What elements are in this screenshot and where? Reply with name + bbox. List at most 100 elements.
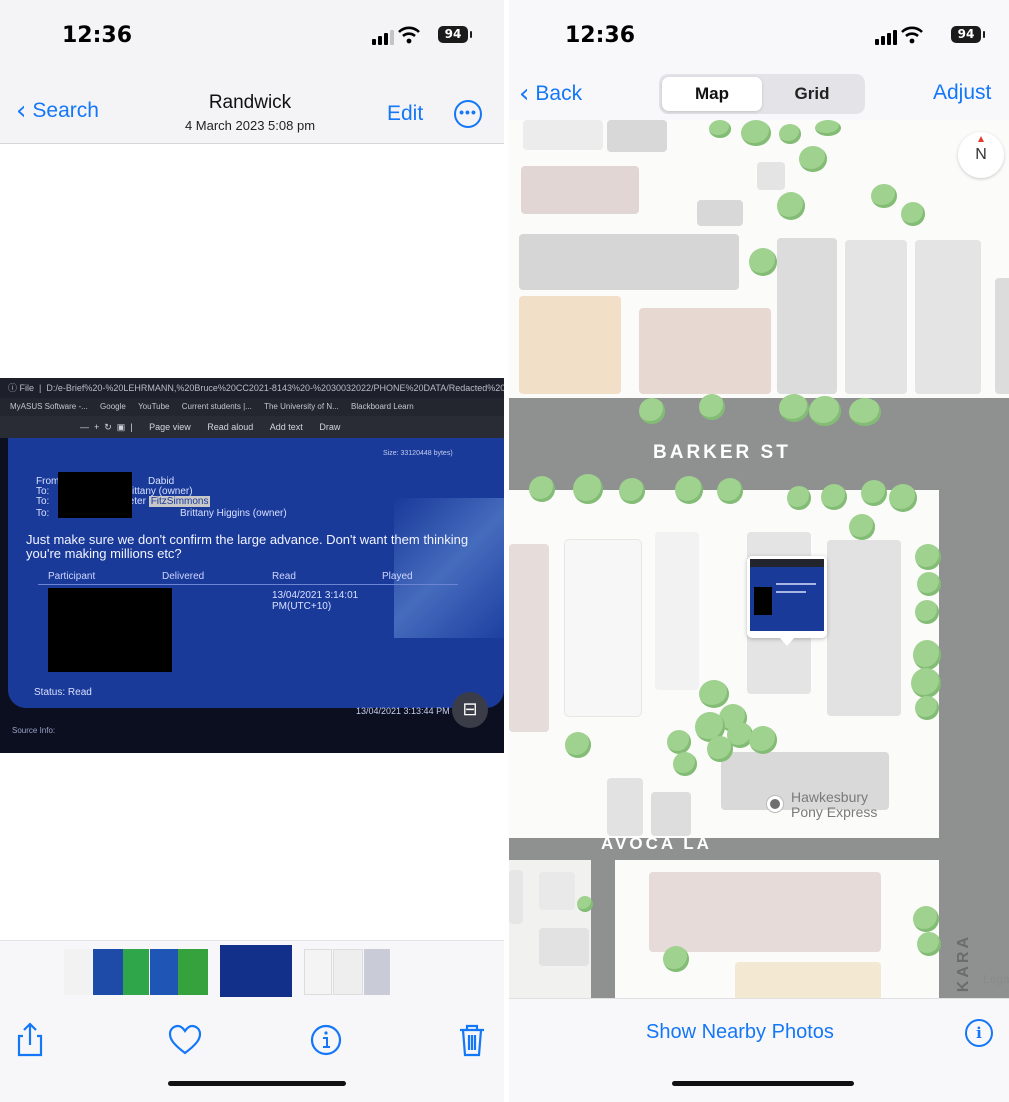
- photo-toolbar: [0, 1000, 504, 1102]
- tree: [889, 484, 917, 512]
- legal-link[interactable]: Legal: [983, 972, 1009, 986]
- thumbnail[interactable]: [178, 949, 208, 995]
- building: [607, 120, 667, 152]
- building: [827, 540, 901, 716]
- photo-location-pin[interactable]: [747, 556, 827, 646]
- to-label: To:: [36, 508, 50, 519]
- tree: [699, 394, 725, 420]
- tree: [619, 478, 645, 504]
- back-label: Back: [535, 82, 583, 105]
- wifi-icon: [398, 26, 420, 44]
- tree: [849, 398, 881, 426]
- trash-icon[interactable]: [452, 1020, 492, 1060]
- heart-icon[interactable]: [165, 1020, 205, 1060]
- tree: [639, 398, 665, 424]
- segment-grid[interactable]: Grid: [762, 77, 862, 111]
- info-icon[interactable]: i: [965, 1019, 993, 1047]
- thumbnail[interactable]: [304, 949, 332, 995]
- tree: [787, 486, 811, 510]
- thumbnail[interactable]: [333, 949, 363, 995]
- chevron-left-icon: ‹: [16, 96, 27, 126]
- building: [519, 234, 739, 290]
- wifi-icon: [901, 26, 923, 44]
- photo-location-title: Randwick: [208, 92, 292, 113]
- photo-address-bar: ⓘ File | D:/e-Brief%20-%20LEHRMANN,%20Br…: [0, 378, 504, 398]
- bookmark-item: Google: [100, 402, 126, 411]
- building: [521, 166, 639, 214]
- info-icon[interactable]: [306, 1020, 346, 1060]
- bookmark-item: Current students |...: [181, 402, 252, 411]
- tree: [915, 544, 941, 570]
- poi-label[interactable]: Hawkesbury Pony Express: [791, 790, 901, 820]
- tree: [717, 478, 743, 504]
- building: [539, 872, 575, 910]
- share-icon[interactable]: [10, 1020, 50, 1060]
- thumbnail-selected[interactable]: [220, 945, 292, 997]
- bookmark-item: YouTube: [138, 402, 170, 411]
- column-header: Delivered: [162, 571, 205, 582]
- tree: [779, 124, 801, 144]
- building: [915, 240, 981, 394]
- thumbnail[interactable]: [150, 949, 178, 995]
- adjust-button[interactable]: Adjust: [933, 81, 991, 105]
- status-time: 12:36: [565, 23, 636, 48]
- cellular-signal-icon: [372, 30, 394, 45]
- bookmark-item: The University of N...: [264, 402, 339, 411]
- back-button[interactable]: ‹ Back: [519, 81, 582, 107]
- photo-nav-bar: ‹ Search Randwick 4 March 2023 5:08 pm E…: [0, 70, 504, 144]
- tree: [849, 514, 875, 540]
- thumbnail[interactable]: [364, 949, 390, 995]
- photo-path: D:/e-Brief%20-%20LEHRMANN,%20Bruce%20CC2…: [46, 383, 504, 393]
- compass-icon[interactable]: N: [958, 132, 1004, 178]
- tree: [675, 476, 703, 504]
- redaction-block: [48, 588, 172, 672]
- segment-map[interactable]: Map: [662, 77, 762, 111]
- status-bar: 12:36 94: [0, 0, 504, 70]
- tree: [663, 946, 689, 972]
- building: [697, 200, 743, 226]
- thumbnail-strip[interactable]: [0, 940, 504, 1000]
- road-kara: [939, 490, 1009, 998]
- thumbnail[interactable]: [93, 949, 123, 995]
- building: [649, 872, 881, 952]
- tree: [809, 396, 841, 426]
- building: [639, 308, 771, 394]
- tree: [901, 202, 925, 226]
- building: [565, 540, 641, 716]
- road-lane: [591, 860, 615, 998]
- map-grid-segmented-control: Map Grid: [659, 74, 865, 114]
- more-options-icon[interactable]: •••: [454, 100, 482, 128]
- battery-icon: 94: [951, 26, 985, 43]
- building: [651, 792, 691, 836]
- tree: [913, 906, 939, 932]
- poi-marker-icon[interactable]: [767, 796, 783, 812]
- photo-pin-thumbnail: [750, 559, 824, 631]
- status-bar: 12:36 94: [509, 0, 1009, 70]
- tree: [917, 572, 941, 596]
- building: [735, 962, 881, 998]
- to-value-2: Peter FitzSimmons: [122, 496, 211, 507]
- street-label-kara: KARA: [955, 934, 972, 993]
- thumbnail[interactable]: [123, 949, 149, 995]
- tree: [741, 120, 771, 146]
- building: [509, 870, 523, 924]
- edit-button[interactable]: Edit: [387, 102, 423, 126]
- photo-bookmarks: MyASUS Software -... Google YouTube Curr…: [0, 398, 504, 416]
- status-time: 12:36: [62, 23, 133, 48]
- map-nav-bar: ‹ Back Map Grid Adjust: [509, 70, 1009, 120]
- back-search-button[interactable]: ‹ Search: [16, 98, 99, 124]
- live-text-icon[interactable]: ⊟: [452, 692, 488, 728]
- photo-viewer-screen: 12:36 94 ‹ Search Randwick 4 March 2023 …: [0, 0, 504, 1102]
- home-indicator: [672, 1081, 854, 1086]
- show-nearby-photos-button[interactable]: Show Nearby Photos: [646, 1021, 834, 1044]
- street-label-avoca: AVOCA LA: [601, 834, 712, 853]
- photo-date: 4 March 2023 5:08 pm: [184, 118, 316, 133]
- photo-pdf-toolbar: — + ↻ ▣ | Page view Read aloud Add text …: [0, 416, 504, 438]
- message-timestamp: 13/04/2021 3:13:44 PM: [356, 706, 450, 716]
- thumbnail[interactable]: [64, 949, 92, 995]
- tree: [799, 146, 827, 172]
- column-header: Participant: [48, 571, 96, 582]
- to-label: To:: [36, 496, 50, 507]
- photo-image[interactable]: ⓘ File | D:/e-Brief%20-%20LEHRMANN,%20Br…: [0, 378, 504, 753]
- map-view[interactable]: BARKER ST AVOCA LA KARA N Hawkesbury Pon…: [509, 120, 1009, 998]
